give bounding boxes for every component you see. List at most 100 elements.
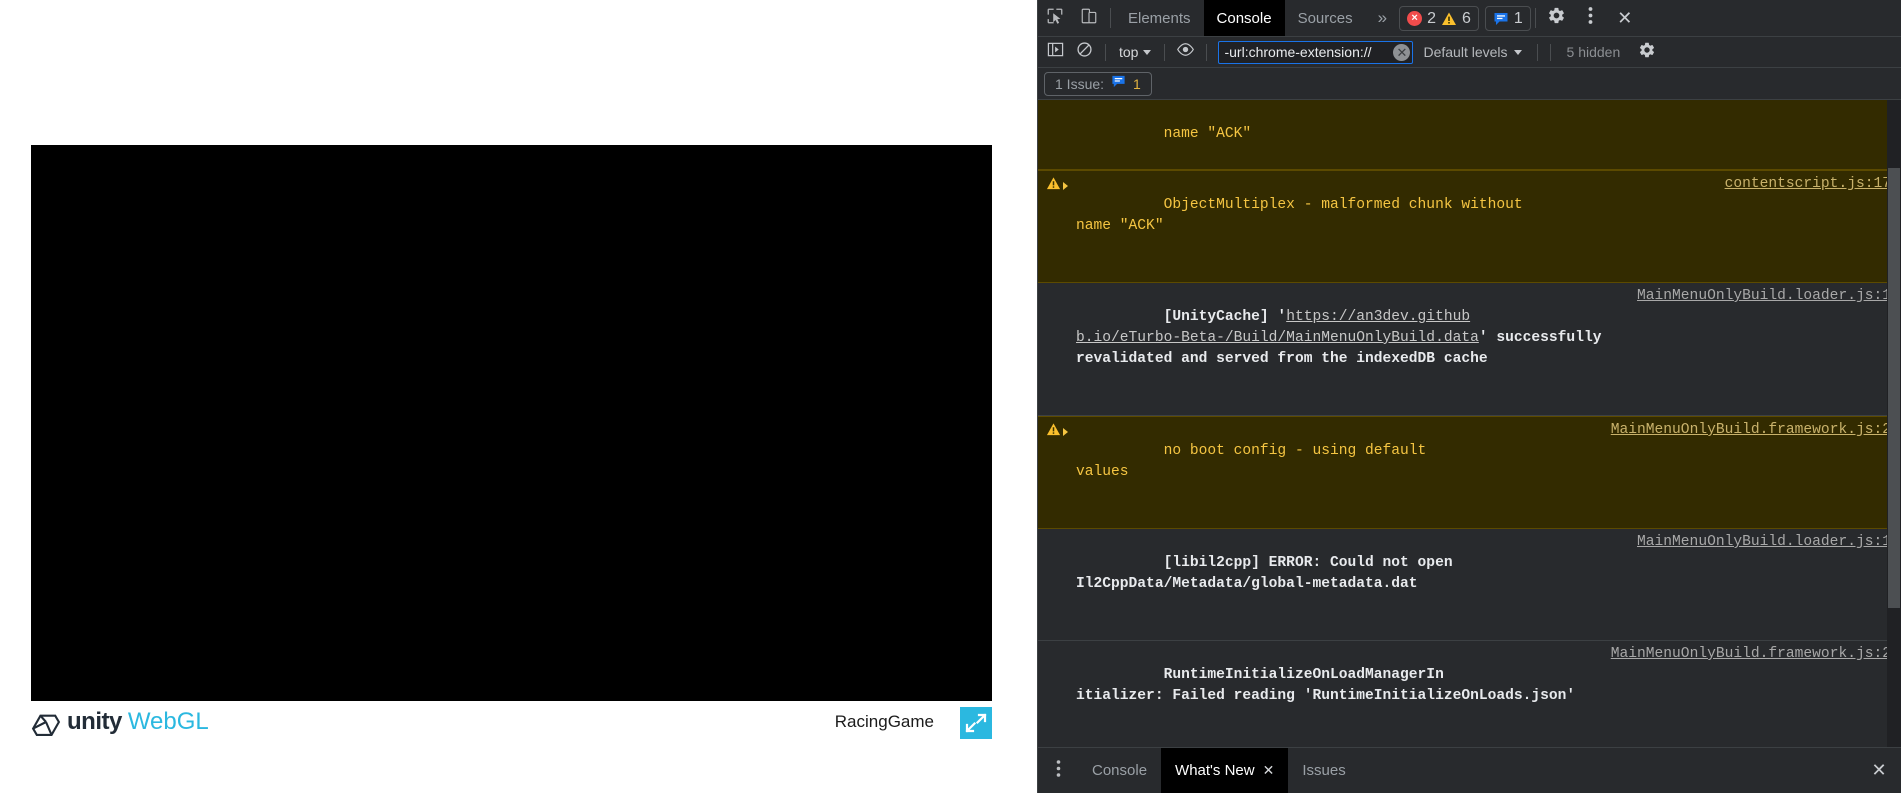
drawer-tab-whats-new[interactable]: What's New ✕	[1161, 748, 1289, 793]
console-settings-gear-icon	[1638, 41, 1656, 64]
toolbar-divider-4	[1536, 43, 1538, 61]
drawer-close-button[interactable]: ✕	[1857, 748, 1901, 793]
settings-button[interactable]	[1540, 0, 1574, 37]
console-message[interactable]: [UnityCache] 'https://an3dev.github b.io…	[1038, 283, 1901, 416]
message-body: ObjectMultiplex - malformed chunk withou…	[1076, 174, 1901, 279]
message-text: name "ACK"	[1163, 126, 1252, 142]
hidden-messages-count: 5 hidden	[1566, 44, 1621, 60]
message-source-link[interactable]: MainMenuOnlyBuild.framework.js:2	[1611, 644, 1891, 665]
issues-pill-button[interactable]: 1 Issue: 1	[1044, 71, 1152, 96]
message-body: name "ACK"	[1076, 103, 1901, 166]
unity-logo: unity WebGL	[31, 707, 209, 737]
unity-cube-icon	[31, 707, 61, 737]
message-gutter	[1038, 532, 1076, 637]
tab-sources[interactable]: Sources	[1285, 0, 1366, 36]
execution-context-selector[interactable]: top	[1113, 40, 1157, 64]
drawer-more-options-button[interactable]	[1038, 748, 1078, 793]
message-body: [libil2cpp] ERROR: Could not open Il2Cpp…	[1076, 532, 1901, 637]
message-source-link[interactable]: MainMenuOnlyBuild.loader.js:1	[1637, 286, 1891, 307]
message-gutter	[1038, 286, 1076, 412]
execution-context-label: top	[1119, 44, 1139, 60]
message-body: no boot config - using default values Ma…	[1076, 420, 1901, 525]
message-body: [UnityCache] 'https://an3dev.github b.io…	[1076, 286, 1901, 412]
tabstrip-right-icons: ✕	[1540, 0, 1642, 36]
drawer-tab-whats-new-label: What's New	[1175, 762, 1255, 779]
unity-wordmark: unity	[67, 708, 122, 735]
message-source-link[interactable]: MainMenuOnlyBuild.framework.js:2	[1611, 420, 1891, 441]
toolbar-divider-5	[1549, 43, 1551, 61]
drawer-tab-issues[interactable]: Issues	[1288, 748, 1359, 793]
eye-icon	[1176, 41, 1195, 63]
warning-count: 6	[1461, 9, 1471, 27]
drawer-tab-close-icon[interactable]: ✕	[1263, 762, 1275, 779]
info-counter[interactable]: 1	[1484, 6, 1531, 31]
expand-arrow-icon[interactable]	[1063, 428, 1068, 436]
devtools-tabstrip: Elements Console Sources » × 2 6 1 ✕	[1038, 0, 1901, 37]
message-source-link[interactable]: MainMenuOnlyBuild.loader.js:1	[1637, 532, 1891, 553]
console-toolbar: top ✕ Default level	[1038, 37, 1901, 68]
message-text: no boot config - using default values	[1076, 443, 1427, 480]
close-icon: ✕	[1617, 7, 1633, 28]
devtools-close-button[interactable]: ✕	[1608, 0, 1642, 37]
console-message[interactable]: RuntimeInitializeOnLoadManagerIn itializ…	[1038, 641, 1901, 747]
console-message[interactable]: no boot config - using default values Ma…	[1038, 416, 1901, 529]
tab-console[interactable]: Console	[1203, 0, 1285, 36]
drawer-spacer	[1360, 748, 1857, 793]
issues-label: 1 Issue:	[1055, 75, 1105, 92]
console-settings-button[interactable]	[1633, 39, 1660, 66]
inspect-element-button[interactable]	[1038, 0, 1072, 36]
message-text: RuntimeInitializeOnLoadManagerIn itializ…	[1076, 667, 1576, 704]
console-message[interactable]: [libil2cpp] ERROR: Could not open Il2Cpp…	[1038, 529, 1901, 641]
device-toolbar-button[interactable]	[1072, 0, 1106, 36]
drawer-more-options-icon	[1056, 759, 1061, 783]
message-text: ObjectMultiplex - malformed chunk withou…	[1076, 197, 1523, 234]
devtools-more-options-button[interactable]	[1574, 0, 1608, 37]
message-text-prefix: [UnityCache] '	[1163, 309, 1287, 325]
error-count: 2	[1427, 9, 1436, 27]
more-tabs-button[interactable]: »	[1366, 0, 1399, 36]
console-message-list[interactable]: name "ACK" ObjectMultiplex - malformed c…	[1038, 100, 1901, 747]
unity-footer-bar: unity WebGL RacingGame	[31, 701, 992, 746]
web-page-area: unity WebGL RacingGame	[0, 0, 1037, 793]
expand-arrow-icon[interactable]	[1063, 182, 1068, 190]
console-sidebar-toggle-button[interactable]	[1042, 39, 1069, 66]
console-message[interactable]: name "ACK"	[1038, 100, 1901, 170]
drawer-tab-issues-label: Issues	[1302, 762, 1346, 779]
issue-info-icon	[1493, 11, 1509, 27]
console-sidebar-icon	[1047, 41, 1064, 63]
tab-elements[interactable]: Elements	[1115, 0, 1204, 36]
drawer-tab-console-label: Console	[1092, 762, 1148, 779]
error-warning-counters[interactable]: × 2 6	[1399, 6, 1479, 31]
device-toolbar-icon	[1080, 7, 1098, 30]
unity-webgl-container: unity WebGL RacingGame	[31, 145, 992, 746]
tab-console-label: Console	[1216, 9, 1272, 27]
tab-sources-label: Sources	[1297, 9, 1353, 27]
chevron-double-right-icon: »	[1377, 8, 1388, 27]
message-gutter	[1038, 103, 1076, 166]
message-gutter	[1038, 644, 1076, 747]
fullscreen-button[interactable]	[960, 707, 992, 739]
log-levels-label: Default levels	[1423, 44, 1508, 60]
toolbar-divider-1	[1105, 43, 1106, 61]
console-scrollbar[interactable]	[1887, 100, 1901, 747]
console-scrollbar-thumb[interactable]	[1888, 168, 1900, 608]
console-filter-input[interactable]	[1218, 40, 1414, 64]
console-message[interactable]: ObjectMultiplex - malformed chunk withou…	[1038, 170, 1901, 283]
issues-count: 1	[1133, 75, 1141, 92]
log-levels-selector[interactable]: Default levels	[1415, 40, 1529, 64]
tab-elements-label: Elements	[1128, 9, 1191, 27]
live-expression-button[interactable]	[1172, 39, 1199, 66]
clear-filter-button[interactable]: ✕	[1393, 43, 1411, 61]
inspect-element-icon	[1046, 7, 1064, 30]
devtools-panel: Elements Console Sources » × 2 6 1 ✕ top…	[1037, 0, 1901, 793]
clear-console-button[interactable]	[1071, 39, 1098, 66]
close-icon: ✕	[1396, 44, 1408, 60]
unity-webgl-canvas[interactable]	[31, 145, 992, 701]
message-body: RuntimeInitializeOnLoadManagerIn itializ…	[1076, 644, 1901, 747]
issue-info-icon	[1111, 74, 1126, 94]
warning-icon	[1441, 11, 1457, 27]
issues-banner: 1 Issue: 1	[1038, 68, 1901, 100]
message-source-link[interactable]: contentscript.js:17	[1725, 174, 1891, 195]
drawer-tab-console[interactable]: Console	[1078, 748, 1161, 793]
unity-build-title: RacingGame	[834, 712, 934, 731]
